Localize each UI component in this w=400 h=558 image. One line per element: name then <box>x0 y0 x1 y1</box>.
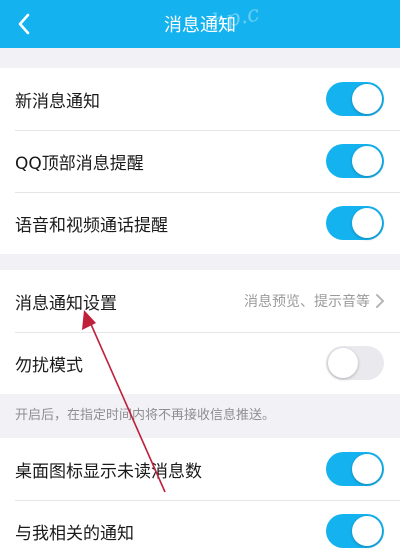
arrow-shaft <box>89 321 166 493</box>
annotation-arrow <box>82 310 166 493</box>
arrow-head <box>82 310 96 330</box>
